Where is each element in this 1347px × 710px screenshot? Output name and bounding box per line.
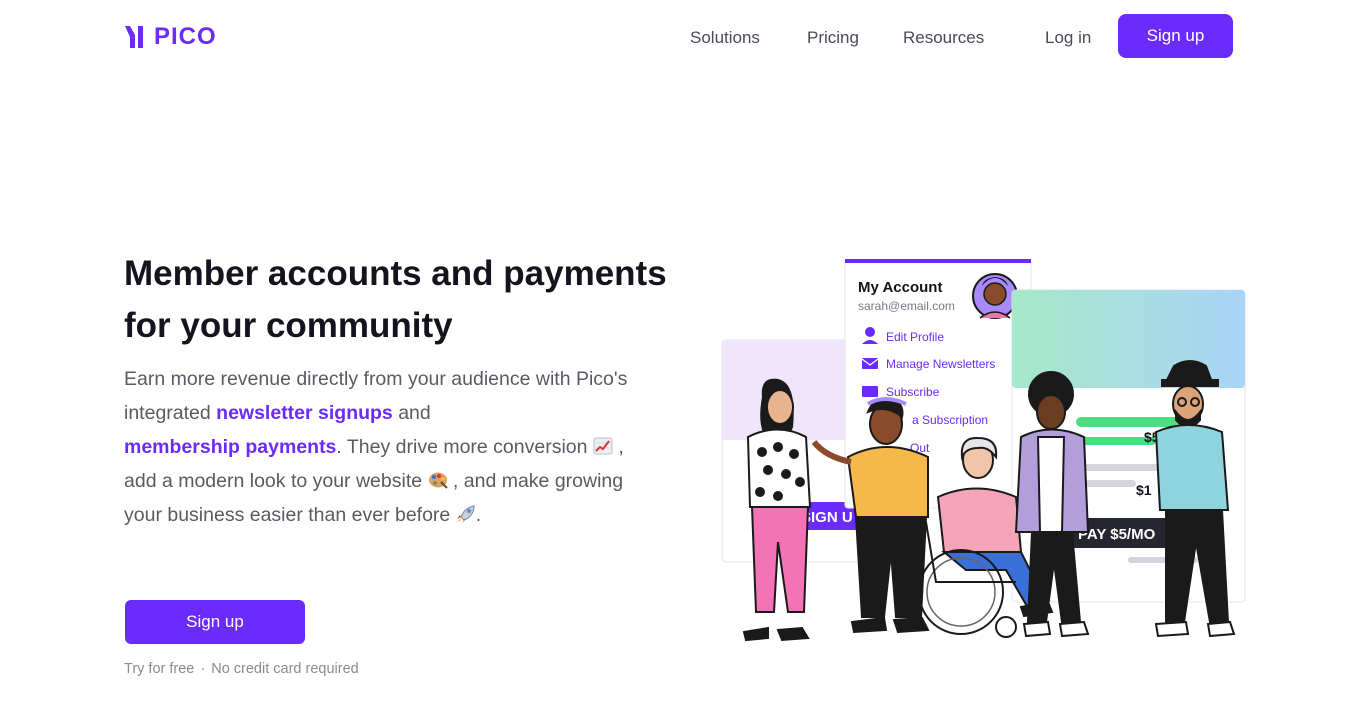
user-icon (865, 327, 875, 337)
menu-subscription: a Subscription (912, 413, 988, 427)
palette-icon (428, 472, 448, 489)
no-credit-card-text: No credit card required (211, 661, 359, 677)
menu-manage-newsletters: Manage Newsletters (886, 357, 995, 371)
pico-logo-mark-icon (125, 26, 143, 48)
nav-signup-button[interactable]: Sign up (1118, 14, 1233, 58)
chart-increasing-icon (593, 437, 613, 455)
description-text-3: . They drive more conversion (336, 436, 593, 458)
mail-icon (862, 358, 878, 369)
card-icon (862, 386, 878, 397)
pico-logo[interactable]: PICO (124, 25, 217, 49)
pico-logo-text: PICO (154, 23, 217, 50)
headline-line-2: for your community (124, 306, 453, 345)
newsletter-signups-link[interactable]: newsletter signups (216, 402, 393, 424)
headline-line-1: Member accounts and payments (124, 254, 667, 293)
description-text-6: . (475, 504, 482, 526)
nav-link-pricing[interactable]: Pricing (807, 28, 859, 48)
fineprint-separator: · (200, 661, 206, 677)
description-text-2: and (392, 402, 431, 424)
nav-link-resources[interactable]: Resources (903, 28, 984, 48)
price-text-2: $1 (1136, 482, 1152, 498)
menu-subscribe: Subscribe (886, 385, 940, 399)
hero-signup-button[interactable]: Sign up (125, 600, 305, 644)
menu-edit-profile: Edit Profile (886, 330, 944, 344)
nav-link-solutions[interactable]: Solutions (690, 28, 760, 48)
hero-description: Earn more revenue directly from your aud… (124, 362, 654, 532)
account-card-title: My Account (858, 279, 942, 296)
hero-headline: Member accounts and payments for your co… (124, 248, 724, 352)
login-link[interactable]: Log in (1045, 28, 1091, 48)
top-navigation: PICO Solutions Pricing Resources Log in … (0, 0, 1347, 76)
signup-fineprint: Try for free · No credit card required (124, 661, 359, 677)
illustration-canvas: SIGN U My Account sarah@email.com Edit P… (721, 259, 1246, 642)
try-free-text: Try for free (124, 661, 195, 677)
membership-payments-link[interactable]: membership payments (124, 436, 336, 458)
rocket-icon (456, 505, 475, 523)
hero-illustration: SIGN U My Account sarah@email.com Edit P… (716, 252, 1251, 652)
pay-button-text: PAY $5/MO (1078, 526, 1156, 543)
account-card-email: sarah@email.com (858, 299, 955, 313)
